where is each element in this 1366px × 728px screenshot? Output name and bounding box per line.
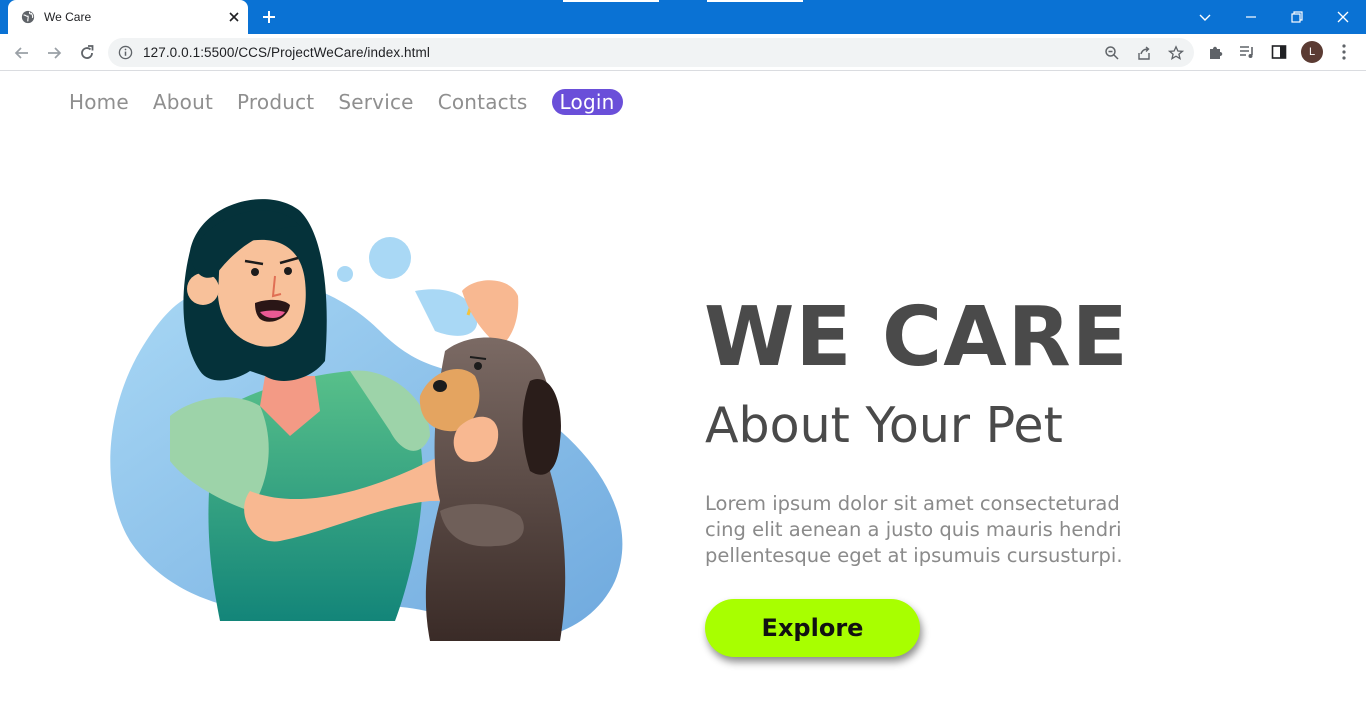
hero-description-line: cing elit aenean a justo quis mauris hen… bbox=[705, 518, 1122, 541]
star-icon[interactable] bbox=[1168, 45, 1184, 61]
hero-illustration bbox=[110, 199, 623, 641]
side-panel-icon[interactable] bbox=[1270, 43, 1288, 61]
hero-title: WE CARE bbox=[704, 290, 1129, 385]
plus-icon[interactable] bbox=[260, 8, 278, 26]
browser-tab[interactable]: We Care bbox=[8, 0, 248, 34]
reload-icon[interactable] bbox=[77, 43, 97, 63]
titlebar-accent bbox=[707, 0, 803, 2]
restore-icon[interactable] bbox=[1287, 7, 1307, 27]
close-icon[interactable] bbox=[226, 9, 242, 25]
address-bar[interactable]: 127.0.0.1:5500/CCS/ProjectWeCare/index.h… bbox=[108, 38, 1194, 67]
nav-about[interactable]: About bbox=[153, 90, 213, 114]
kebab-menu-icon[interactable] bbox=[1336, 43, 1352, 61]
browser-titlebar: We Care bbox=[0, 0, 1366, 34]
hero-description-line: Lorem ipsum dolor sit amet consecteturad bbox=[705, 492, 1120, 515]
arrow-right-icon[interactable] bbox=[44, 43, 64, 63]
globe-icon bbox=[21, 10, 35, 24]
nav-product[interactable]: Product bbox=[237, 90, 314, 114]
nav-contacts[interactable]: Contacts bbox=[438, 90, 528, 114]
window-close-icon[interactable] bbox=[1333, 7, 1353, 27]
info-icon[interactable] bbox=[118, 45, 133, 60]
arrow-left-icon[interactable] bbox=[12, 43, 32, 63]
minimize-icon[interactable] bbox=[1241, 7, 1261, 27]
chevron-down-icon[interactable] bbox=[1195, 7, 1215, 27]
explore-button[interactable]: Explore bbox=[705, 599, 920, 657]
nav-service[interactable]: Service bbox=[338, 90, 413, 114]
avatar[interactable]: L bbox=[1301, 41, 1323, 63]
login-button[interactable]: Login bbox=[551, 89, 623, 115]
nav-home[interactable]: Home bbox=[69, 90, 129, 114]
browser-toolbar: 127.0.0.1:5500/CCS/ProjectWeCare/index.h… bbox=[0, 34, 1366, 71]
media-control-icon[interactable] bbox=[1238, 43, 1256, 61]
titlebar-accent bbox=[563, 0, 659, 2]
hero-subtitle: About Your Pet bbox=[705, 397, 1063, 454]
tab-title: We Care bbox=[44, 10, 92, 24]
share-icon[interactable] bbox=[1136, 45, 1152, 61]
zoom-icon[interactable] bbox=[1104, 45, 1120, 61]
url-text[interactable]: 127.0.0.1:5500/CCS/ProjectWeCare/index.h… bbox=[143, 45, 430, 60]
page-content: Home About Product Service Contacts Logi… bbox=[0, 71, 1366, 728]
hero-description-line: pellentesque eget at ipsumuis cursusturp… bbox=[705, 544, 1123, 567]
hero-description: Lorem ipsum dolor sit amet consecteturad… bbox=[705, 491, 1185, 569]
site-navigation: Home About Product Service Contacts Logi… bbox=[69, 89, 647, 115]
puzzle-icon[interactable] bbox=[1207, 43, 1225, 61]
